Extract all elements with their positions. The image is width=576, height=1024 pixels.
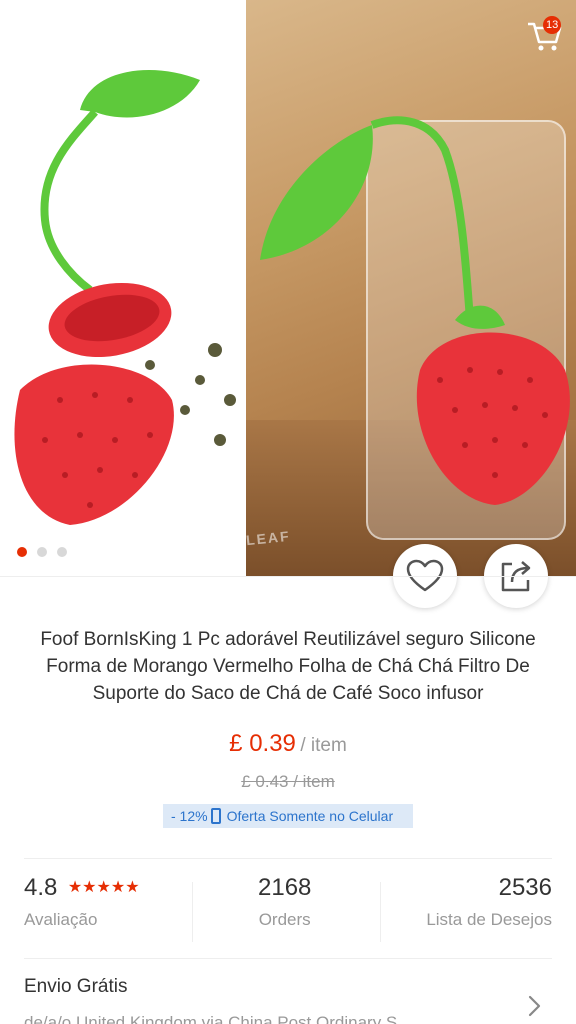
wishlist-label: Lista de Desejos (426, 910, 552, 929)
shipping-title[interactable]: Envio Grátis (24, 976, 127, 998)
orders-label: Orders (258, 910, 311, 929)
phone-icon (210, 808, 221, 824)
rating-stat[interactable]: 4.8 ★★★★★ Avaliação (24, 874, 140, 930)
stat-divider (380, 882, 381, 942)
product-stats: 4.8 ★★★★★ Avaliação 2168 Orders 2536 Lis… (24, 874, 552, 944)
gallery-dot-1[interactable] (17, 547, 27, 557)
orders-value: 2168 (258, 874, 312, 901)
strawberry-infuser-illustration (14, 70, 570, 525)
original-price: £ 0.43 / item (241, 772, 335, 791)
section-divider (24, 858, 552, 859)
rating-value: 4.8 (24, 874, 58, 901)
wishlist-value: 2536 (498, 874, 552, 901)
gallery-pagination (17, 547, 67, 557)
product-title: Foof BornIsKing 1 Pc adorável Reutilizáv… (40, 629, 536, 704)
product-image-gallery[interactable]: LEAF 13 (0, 0, 576, 576)
chevron-right-icon[interactable] (524, 994, 544, 1018)
orders-stat: 2168 Orders (258, 874, 311, 930)
gallery-divider (0, 576, 576, 577)
star-rating-icon: ★★★★★ (67, 879, 140, 896)
gallery-dot-3[interactable] (57, 547, 67, 557)
back-icon[interactable] (14, 14, 54, 54)
gallery-dot-2[interactable] (37, 547, 47, 557)
shipping-detail[interactable]: de/a/o United Kingdom via China Post Ord… (24, 1013, 504, 1024)
promo-text: Oferta Somente no Celular (226, 808, 394, 824)
section-divider (24, 958, 552, 959)
price-unit: / item (300, 735, 347, 756)
mobile-only-promo-badge: - 12% Oferta Somente no Celular (163, 804, 413, 828)
price-row: £ 0.39 / item (0, 730, 576, 758)
current-price: £ 0.39 (229, 730, 296, 757)
wishlist-stat: 2536 Lista de Desejos (426, 874, 552, 930)
discount-percent: - 12% (171, 808, 208, 824)
rating-label: Avaliação (24, 910, 98, 929)
stat-divider (192, 882, 193, 942)
